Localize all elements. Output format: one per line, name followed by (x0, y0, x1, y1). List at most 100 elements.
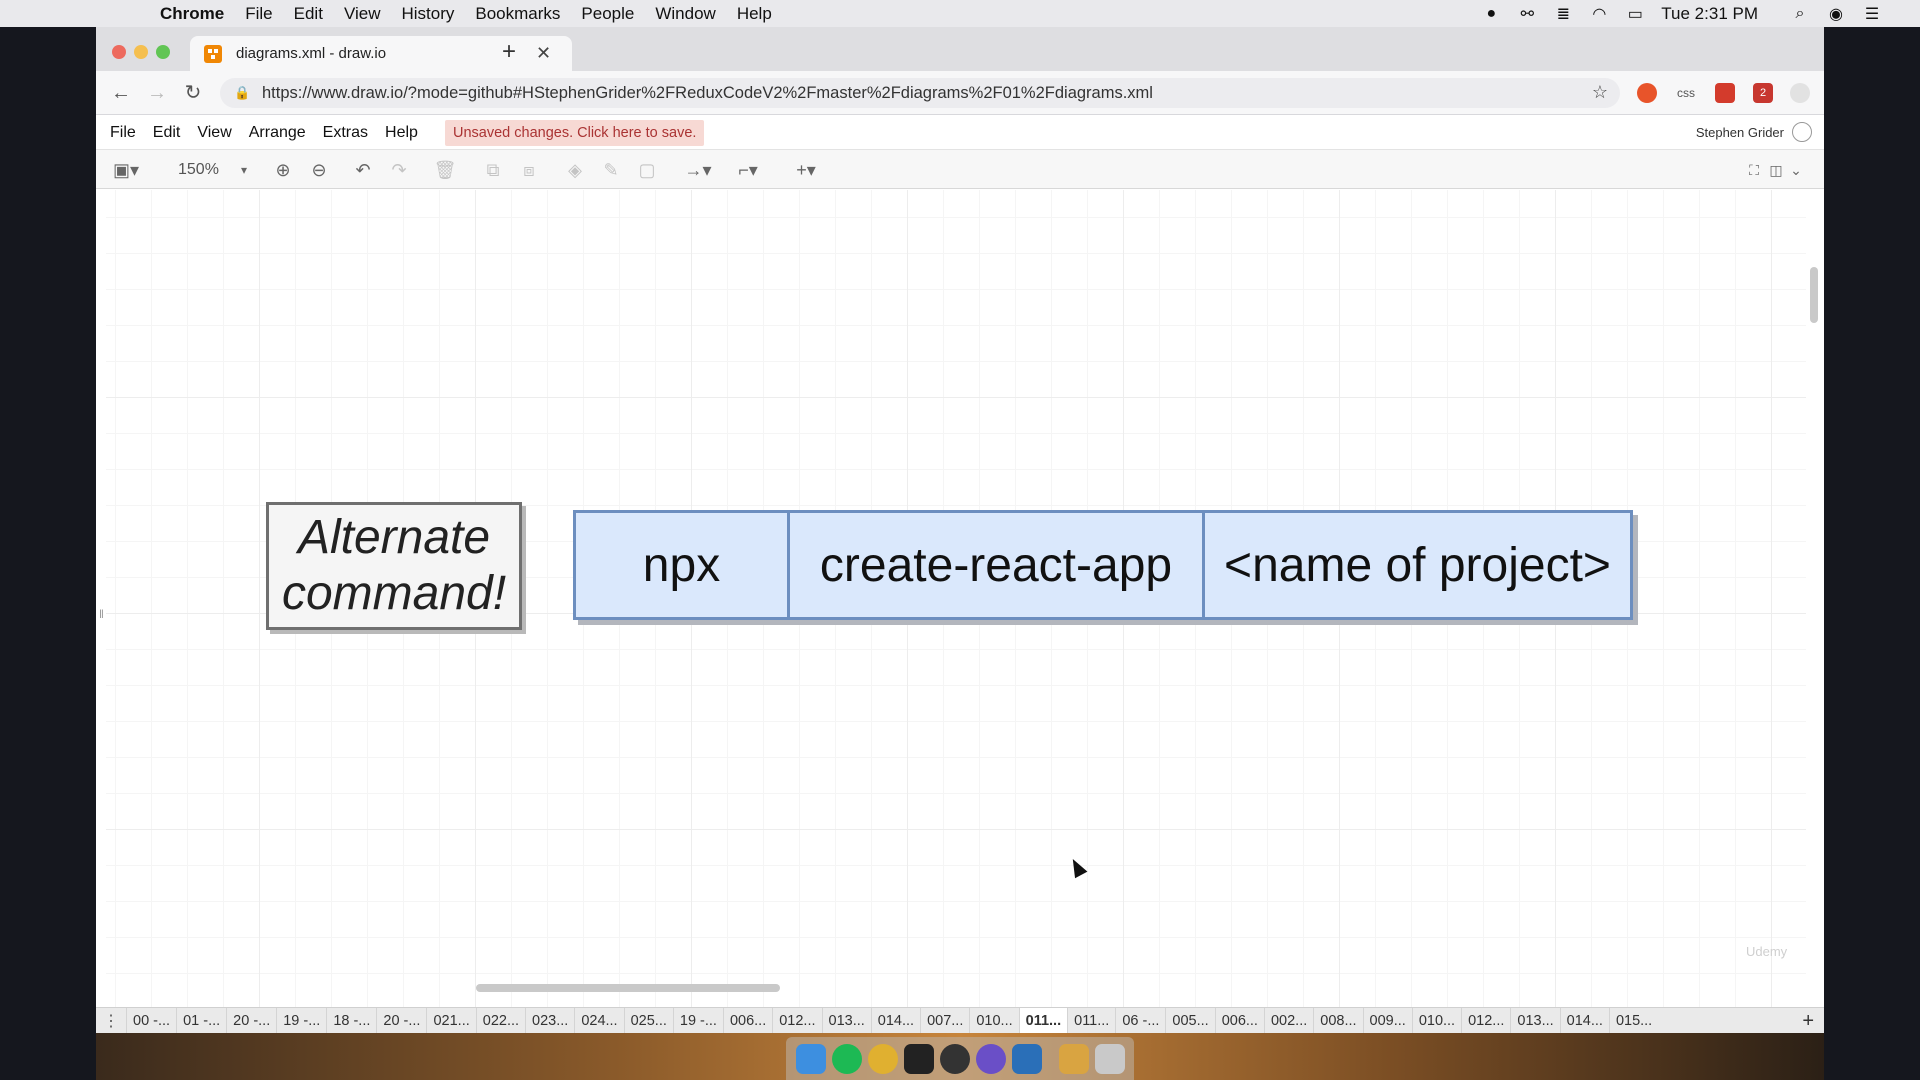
chrome-icon[interactable] (867, 1043, 898, 1074)
page-tab[interactable]: 010... (969, 1007, 1018, 1033)
npx-cell[interactable]: npx (573, 510, 790, 620)
page-tab[interactable]: 01 -... (176, 1007, 226, 1033)
zoom-out-icon[interactable]: ⊖ (306, 158, 332, 182)
to-front-icon[interactable]: ⧉ (480, 158, 506, 182)
extension-css-icon[interactable]: css (1676, 83, 1696, 103)
downloads-folder-icon[interactable] (1058, 1043, 1089, 1074)
page-tab[interactable]: 025... (623, 1007, 673, 1033)
page-tab[interactable]: 023... (525, 1007, 574, 1033)
fill-color-icon[interactable]: ◈ (562, 158, 588, 182)
vscode-icon[interactable] (1011, 1043, 1042, 1074)
spotify-icon[interactable] (831, 1043, 862, 1074)
page-tab[interactable]: 012... (1461, 1007, 1510, 1033)
page-tab[interactable]: 024... (574, 1007, 623, 1033)
vertical-scrollbar[interactable] (1810, 267, 1818, 323)
language-globe-icon[interactable] (1792, 122, 1812, 142)
forward-arrow-icon[interactable]: → (144, 80, 170, 106)
collapse-chevron-icon[interactable]: ⌄ (1786, 158, 1806, 182)
obs-icon[interactable] (939, 1043, 970, 1074)
wifi-icon[interactable]: ◠ (1587, 4, 1611, 24)
unsaved-changes-notice[interactable]: Unsaved changes. Click here to save. (445, 120, 705, 146)
notification-center-icon[interactable]: ☰ (1860, 4, 1884, 24)
project-name-cell[interactable]: <name of project> (1205, 510, 1633, 620)
drawio-menu-extras[interactable]: Extras (323, 124, 368, 142)
chevron-down-icon[interactable]: ▾ (236, 158, 252, 182)
battery-icon[interactable]: ▭ (1623, 4, 1647, 24)
line-color-icon[interactable]: ✎ (598, 158, 624, 182)
page-tab[interactable]: 015... (1608, 1007, 1658, 1033)
create-react-app-cell[interactable]: create-react-app (790, 510, 1205, 620)
page-tab[interactable]: 006... (722, 1007, 772, 1033)
page-tab[interactable]: 013... (821, 1007, 871, 1033)
menu-bookmarks[interactable]: Bookmarks (475, 4, 560, 24)
page-tab[interactable]: 010... (1411, 1007, 1461, 1033)
page-tab[interactable]: 005... (1165, 1007, 1214, 1033)
page-tab[interactable]: 19 -... (672, 1007, 723, 1033)
page-tab[interactable]: 19 -... (276, 1007, 326, 1033)
page-tab[interactable]: 021... (426, 1007, 475, 1033)
pages-menu-icon[interactable]: ⋮ (96, 1011, 126, 1031)
window-maximize-button[interactable] (156, 45, 170, 59)
terminal-icon[interactable] (903, 1043, 934, 1074)
to-back-icon[interactable]: ⧈ (516, 158, 542, 182)
page-tab[interactable]: 014... (870, 1007, 920, 1033)
docker-icon[interactable]: ≣ (1551, 4, 1575, 24)
shadow-icon[interactable]: ▢ (634, 158, 660, 182)
drawio-menu-view[interactable]: View (197, 124, 231, 142)
page-tab[interactable]: 007... (920, 1007, 969, 1033)
format-panel-icon[interactable]: ▣▾ (108, 158, 144, 182)
zoom-level-dropdown[interactable]: 150% (178, 158, 219, 182)
page-tab[interactable]: 013... (1510, 1007, 1559, 1033)
tab-close-icon[interactable]: ✕ (536, 43, 551, 64)
zoom-in-icon[interactable]: ⊕ (270, 158, 296, 182)
page-tab[interactable]: 022... (475, 1007, 525, 1033)
url-input[interactable]: 🔒 https://www.draw.io/?mode=github#HStep… (220, 78, 1620, 108)
extension-ublock-icon[interactable]: 2 (1753, 83, 1773, 103)
page-tab[interactable]: 014... (1559, 1007, 1609, 1033)
page-tab[interactable]: 009... (1362, 1007, 1412, 1033)
creative-cloud-icon[interactable]: ● (1479, 4, 1503, 24)
menu-people[interactable]: People (581, 4, 634, 24)
drawio-menu-edit[interactable]: Edit (153, 124, 181, 142)
horizontal-scrollbar[interactable] (476, 984, 780, 992)
delete-icon[interactable]: 🗑 (432, 158, 458, 182)
menu-clock[interactable]: Tue 2:31 PM (1661, 4, 1758, 24)
redo-icon[interactable]: ↷ (386, 158, 412, 182)
page-tab[interactable]: 011... (1067, 1007, 1115, 1033)
menu-help[interactable]: Help (737, 4, 772, 24)
siri-icon[interactable]: ◉ (1824, 4, 1848, 24)
extension-opera-icon[interactable] (1637, 83, 1657, 103)
alternate-command-shape[interactable]: Alternate command! (266, 502, 522, 630)
user-name[interactable]: Stephen Grider (1696, 125, 1784, 140)
menu-view[interactable]: View (344, 4, 381, 24)
page-tab[interactable]: 011... (1018, 1007, 1068, 1033)
drawio-menu-file[interactable]: File (110, 124, 136, 142)
page-tab[interactable]: 20 -... (376, 1007, 426, 1033)
insert-plus-icon[interactable]: +▾ (786, 158, 826, 182)
sidebar-resize-handle[interactable]: ‖ (99, 607, 104, 621)
trash-icon[interactable] (1094, 1043, 1125, 1074)
window-close-button[interactable] (112, 45, 126, 59)
page-tab[interactable]: 012... (772, 1007, 821, 1033)
glasses-icon[interactable]: ⚯ (1515, 4, 1539, 24)
reload-icon[interactable]: ↻ (180, 80, 206, 106)
split-panel-icon[interactable]: ◫ (1766, 158, 1786, 182)
page-tab[interactable]: 00 -... (126, 1007, 176, 1033)
drawio-menu-help[interactable]: Help (385, 124, 418, 142)
connection-style-icon[interactable]: →▾ (678, 158, 718, 182)
spotlight-search-icon[interactable]: ⌕ (1788, 4, 1812, 24)
page-tab[interactable]: 18 -... (326, 1007, 376, 1033)
drawio-menu-arrange[interactable]: Arrange (249, 124, 306, 142)
menu-edit[interactable]: Edit (294, 4, 323, 24)
fullscreen-icon[interactable]: ⛶ (1744, 158, 1764, 182)
page-tab[interactable]: 008... (1313, 1007, 1362, 1033)
undo-icon[interactable]: ↶ (350, 158, 376, 182)
bookmark-star-icon[interactable]: ☆ (1592, 82, 1608, 103)
back-arrow-icon[interactable]: ← (108, 80, 134, 106)
page-tab[interactable]: 006... (1214, 1007, 1264, 1033)
page-tab[interactable]: 06 -... (1115, 1007, 1165, 1033)
quill-app-icon[interactable] (975, 1043, 1006, 1074)
app-menu-chrome[interactable]: Chrome (160, 4, 224, 24)
menu-window[interactable]: Window (655, 4, 715, 24)
finder-icon[interactable] (795, 1043, 826, 1074)
